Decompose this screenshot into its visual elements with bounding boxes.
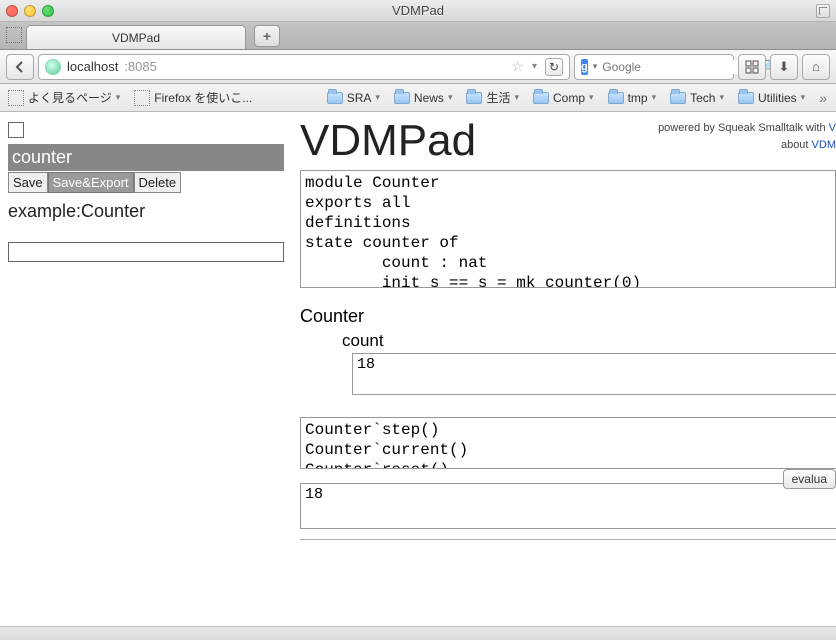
bookmark-news[interactable]: News▾ bbox=[394, 91, 453, 105]
minimize-window-icon[interactable] bbox=[24, 5, 36, 17]
window-titlebar: VDMPad bbox=[0, 0, 836, 22]
bookmark-life[interactable]: 生活▾ bbox=[466, 89, 519, 106]
page-content: counter Save Save&Export Delete example:… bbox=[0, 112, 836, 626]
browser-tabbar: VDMPad + bbox=[0, 22, 836, 50]
sidebar: counter Save Save&Export Delete example:… bbox=[0, 112, 290, 626]
bookmark-tech[interactable]: Tech▾ bbox=[670, 91, 724, 105]
bookmark-sra[interactable]: SRA▾ bbox=[327, 91, 380, 105]
google-icon: g bbox=[581, 59, 588, 75]
bookmark-most-visited[interactable]: よく見るページ▾ bbox=[8, 89, 120, 106]
tab-title: VDMPad bbox=[112, 31, 160, 45]
module-name-header[interactable]: counter bbox=[8, 144, 284, 171]
tab-groups-button[interactable] bbox=[738, 54, 766, 80]
home-icon: ⌂ bbox=[812, 59, 820, 74]
browser-tab[interactable]: VDMPad bbox=[26, 25, 246, 49]
expand-window-icon[interactable] bbox=[816, 4, 830, 18]
folder-icon bbox=[738, 92, 754, 104]
reload-button[interactable]: ↻ bbox=[545, 58, 563, 76]
sidebar-input[interactable] bbox=[8, 242, 284, 262]
calls-editor[interactable]: Counter`step() Counter`current() Counter… bbox=[300, 417, 836, 469]
tab-favicon-placeholder-icon bbox=[6, 27, 22, 43]
bookmarks-bar: よく見るページ▾ Firefox を使いこ... SRA▾ News▾ 生活▾ … bbox=[0, 84, 836, 112]
close-window-icon[interactable] bbox=[6, 5, 18, 17]
result-output[interactable]: 18 bbox=[300, 483, 836, 529]
folder-icon bbox=[466, 92, 482, 104]
downloads-button[interactable]: ⬇ bbox=[770, 54, 798, 80]
hatch-icon bbox=[8, 90, 24, 106]
bookmark-utilities[interactable]: Utilities▾ bbox=[738, 91, 805, 105]
folder-icon bbox=[327, 92, 343, 104]
state-module-title: Counter bbox=[300, 306, 836, 327]
new-tab-button[interactable]: + bbox=[254, 25, 280, 47]
status-bar bbox=[0, 626, 836, 640]
window-title: VDMPad bbox=[0, 3, 836, 18]
url-host: localhost bbox=[67, 59, 118, 74]
bookmarks-overflow-icon[interactable]: » bbox=[819, 90, 828, 106]
url-bar[interactable]: localhost :8085 ☆ ▾ ↻ bbox=[38, 54, 570, 80]
bookmark-tmp[interactable]: tmp▾ bbox=[608, 91, 657, 105]
powered-link[interactable]: V bbox=[829, 122, 836, 134]
grid-icon bbox=[745, 60, 759, 74]
folder-icon bbox=[670, 92, 686, 104]
powered-by: powered by Squeak Smalltalk with V about… bbox=[658, 120, 836, 153]
save-export-button[interactable]: Save&Export bbox=[48, 172, 134, 193]
code-editor[interactable]: module Counter exports all definitions s… bbox=[300, 170, 836, 288]
bookmark-star-icon[interactable]: ☆ bbox=[511, 58, 524, 75]
url-port: :8085 bbox=[124, 59, 157, 74]
sidebar-checkbox[interactable] bbox=[8, 122, 24, 138]
delete-button[interactable]: Delete bbox=[134, 172, 182, 193]
back-button[interactable] bbox=[6, 54, 34, 80]
search-input[interactable] bbox=[602, 60, 757, 74]
evaluate-button[interactable]: evalua bbox=[783, 469, 836, 489]
search-bar[interactable]: g ▾ 🔍 bbox=[574, 54, 734, 80]
sidebar-buttons: Save Save&Export Delete bbox=[8, 172, 284, 193]
folder-icon bbox=[394, 92, 410, 104]
download-arrow-icon: ⬇ bbox=[779, 59, 790, 75]
search-engine-dropdown-icon[interactable]: ▾ bbox=[593, 61, 598, 72]
bookmark-firefox[interactable]: Firefox を使いこ... bbox=[134, 89, 252, 106]
reload-icon: ↻ bbox=[549, 60, 559, 74]
save-button[interactable]: Save bbox=[8, 172, 48, 193]
back-arrow-icon bbox=[14, 61, 26, 73]
example-link[interactable]: example:Counter bbox=[8, 201, 284, 222]
traffic-lights bbox=[6, 5, 54, 17]
state-field-label: count bbox=[342, 331, 836, 351]
zoom-window-icon[interactable] bbox=[42, 5, 54, 17]
folder-icon bbox=[533, 92, 549, 104]
url-dropdown-icon[interactable]: ▾ bbox=[532, 61, 537, 72]
globe-icon bbox=[45, 59, 61, 75]
state-field-value[interactable]: 18 bbox=[352, 353, 836, 395]
browser-toolbar: localhost :8085 ☆ ▾ ↻ g ▾ 🔍 ⬇ ⌂ bbox=[0, 50, 836, 84]
home-button[interactable]: ⌂ bbox=[802, 54, 830, 80]
about-link[interactable]: VDM bbox=[812, 139, 836, 151]
divider bbox=[300, 539, 836, 540]
folder-icon bbox=[608, 92, 624, 104]
main-area: powered by Squeak Smalltalk with V about… bbox=[290, 112, 836, 626]
hatch-icon bbox=[134, 90, 150, 106]
bookmark-comp[interactable]: Comp▾ bbox=[533, 91, 594, 105]
